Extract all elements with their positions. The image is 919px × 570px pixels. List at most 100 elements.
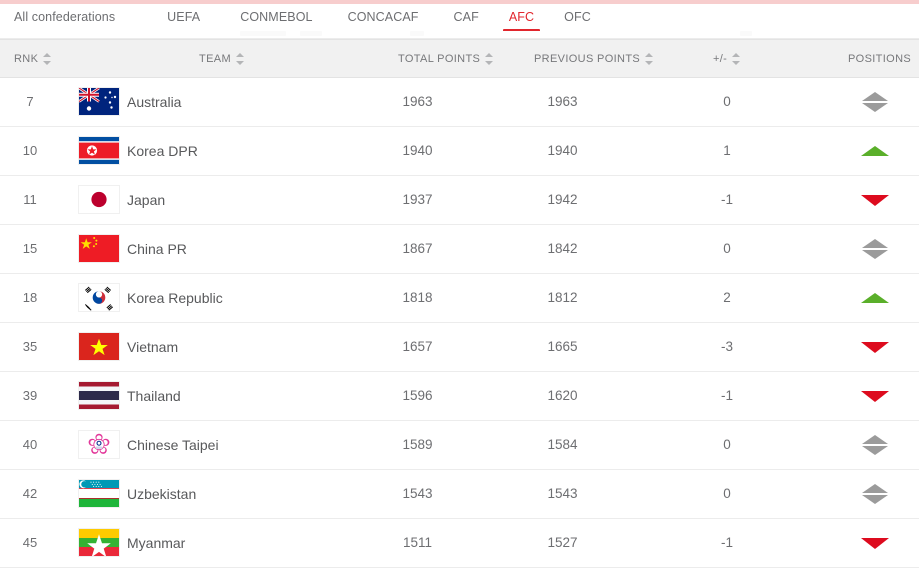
- tab-afc[interactable]: AFC: [509, 4, 534, 31]
- tab-conmebol[interactable]: CONMEBOL: [240, 4, 312, 31]
- position-change-cell: [820, 519, 919, 566]
- table-header-row: RNK TEAM TOTAL POINTS PREVIOUS POINTS +/…: [0, 39, 919, 78]
- rank-cell: 7: [0, 78, 60, 125]
- tab-label: AFC: [509, 10, 534, 24]
- column-header-diff[interactable]: +/-: [713, 40, 741, 77]
- team-name-cell[interactable]: Japan: [127, 176, 367, 223]
- team-name-cell[interactable]: Vietnam: [127, 323, 367, 370]
- tab-concacaf[interactable]: CONCACAF: [348, 4, 419, 31]
- column-header-team[interactable]: TEAM: [199, 40, 245, 77]
- arrow-up-down-icon: [862, 481, 888, 507]
- rank-cell: 18: [0, 274, 60, 321]
- team-name-cell[interactable]: Australia: [127, 78, 367, 125]
- team-name-cell[interactable]: China PR: [127, 225, 367, 272]
- total-points-cell: 1511: [370, 519, 465, 566]
- position-change-cell: [820, 225, 919, 272]
- sort-chevrons-icon[interactable]: [43, 52, 52, 66]
- japan-flag: [79, 186, 119, 213]
- tab-label: OFC: [564, 10, 591, 24]
- column-header-diff-label: +/-: [713, 53, 727, 65]
- diff-cell: 0: [672, 225, 782, 272]
- rank-cell: 35: [0, 323, 60, 370]
- china-pr-flag: [79, 235, 119, 262]
- table-row[interactable]: 10Korea DPR194019401: [0, 127, 919, 176]
- team-name-cell[interactable]: Chinese Taipei: [127, 421, 367, 468]
- flag-cell: [78, 470, 120, 517]
- position-change-cell: [820, 274, 919, 321]
- total-points-cell: 1596: [370, 372, 465, 419]
- table-row[interactable]: 18 Korea Republic1818 1812 2: [0, 274, 919, 323]
- tab-label: CONCACAF: [348, 10, 419, 24]
- tab-label: CAF: [454, 10, 479, 24]
- column-header-previous-points-label: PREVIOUS POINTS: [534, 53, 640, 65]
- arrow-up-down-icon: [862, 89, 888, 115]
- table-row[interactable]: 45Myanmar15111527-1: [0, 519, 919, 568]
- table-row[interactable]: 35Vietnam16571665-3: [0, 323, 919, 372]
- column-header-previous-points[interactable]: PREVIOUS POINTS: [534, 40, 654, 77]
- column-header-rank[interactable]: RNK: [14, 40, 52, 77]
- previous-points-cell: 1812: [515, 274, 610, 321]
- diff-cell: 1: [672, 127, 782, 174]
- arrow-up-icon: [862, 285, 888, 311]
- tab-uefa[interactable]: UEFA: [167, 4, 200, 31]
- position-change-cell: [820, 470, 919, 517]
- diff-cell: 2: [672, 274, 782, 321]
- position-change-cell: [820, 323, 919, 370]
- total-points-cell: 1589: [370, 421, 465, 468]
- column-header-total-points[interactable]: TOTAL POINTS: [398, 40, 494, 77]
- tab-caf[interactable]: CAF: [454, 4, 479, 31]
- flag-cell: [78, 274, 120, 321]
- sort-chevrons-icon[interactable]: [485, 52, 494, 66]
- total-points-cell: 1867: [370, 225, 465, 272]
- table-row[interactable]: 7Australia196319630: [0, 78, 919, 127]
- team-name-cell[interactable]: Korea DPR: [127, 127, 367, 174]
- team-name-cell[interactable]: Thailand: [127, 372, 367, 419]
- arrow-up-icon: [862, 138, 888, 164]
- scrolled-row-remnant: [0, 31, 919, 39]
- table-row[interactable]: 11Japan19371942-1: [0, 176, 919, 225]
- rank-cell: 39: [0, 372, 60, 419]
- diff-cell: 0: [672, 470, 782, 517]
- australia-flag: [79, 88, 119, 115]
- sort-chevrons-icon[interactable]: [732, 52, 741, 66]
- diff-cell: -1: [672, 176, 782, 223]
- column-header-total-points-label: TOTAL POINTS: [398, 53, 480, 65]
- arrow-down-icon: [862, 383, 888, 409]
- previous-points-cell: 1942: [515, 176, 610, 223]
- tab-label: All confederations: [14, 10, 115, 24]
- previous-points-cell: 1543: [515, 470, 610, 517]
- flag-cell: [78, 372, 120, 419]
- ranking-table-body: 7Australia19631963010Korea DPR1940194011…: [0, 78, 919, 570]
- tab-all-confederations[interactable]: All confederations: [14, 4, 115, 31]
- previous-points-cell: 1665: [515, 323, 610, 370]
- sort-chevrons-icon[interactable]: [645, 52, 654, 66]
- previous-points-cell: 1527: [515, 519, 610, 566]
- total-points-cell: 1818: [370, 274, 465, 321]
- rank-cell: 42: [0, 470, 60, 517]
- team-name-cell[interactable]: Myanmar: [127, 519, 367, 566]
- sort-chevrons-icon[interactable]: [236, 52, 245, 66]
- korea-dpr-flag: [79, 137, 119, 164]
- table-row[interactable]: 39Thailand15961620-1: [0, 372, 919, 421]
- rank-cell: 40: [0, 421, 60, 468]
- position-change-cell: [820, 372, 919, 419]
- column-header-rank-label: RNK: [14, 53, 38, 65]
- table-row[interactable]: 15China PR186718420: [0, 225, 919, 274]
- previous-points-cell: 1963: [515, 78, 610, 125]
- diff-cell: 0: [672, 421, 782, 468]
- table-row[interactable]: 42Uzbekistan154315430: [0, 470, 919, 519]
- thailand-flag: [79, 382, 119, 409]
- table-row[interactable]: 40Chinese Taipei158915840: [0, 421, 919, 470]
- rank-cell: 11: [0, 176, 60, 223]
- uzbekistan-flag: [79, 480, 119, 507]
- tab-ofc[interactable]: OFC: [564, 4, 591, 31]
- confederation-tab-bar: All confederations UEFA CONMEBOL CONCACAF CA…: [0, 4, 919, 31]
- team-name-cell[interactable]: Uzbekistan: [127, 470, 367, 517]
- column-header-positions-label: POSITIONS: [848, 53, 911, 65]
- previous-points-cell: 1620: [515, 372, 610, 419]
- tab-label: UEFA: [167, 10, 200, 24]
- fifa-ranking-page: All confederations UEFA CONMEBOL CONCACAF CA…: [0, 0, 919, 570]
- team-name-cell[interactable]: Korea Republic: [127, 274, 367, 321]
- column-header-positions: POSITIONS: [848, 40, 911, 77]
- arrow-up-down-icon: [862, 236, 888, 262]
